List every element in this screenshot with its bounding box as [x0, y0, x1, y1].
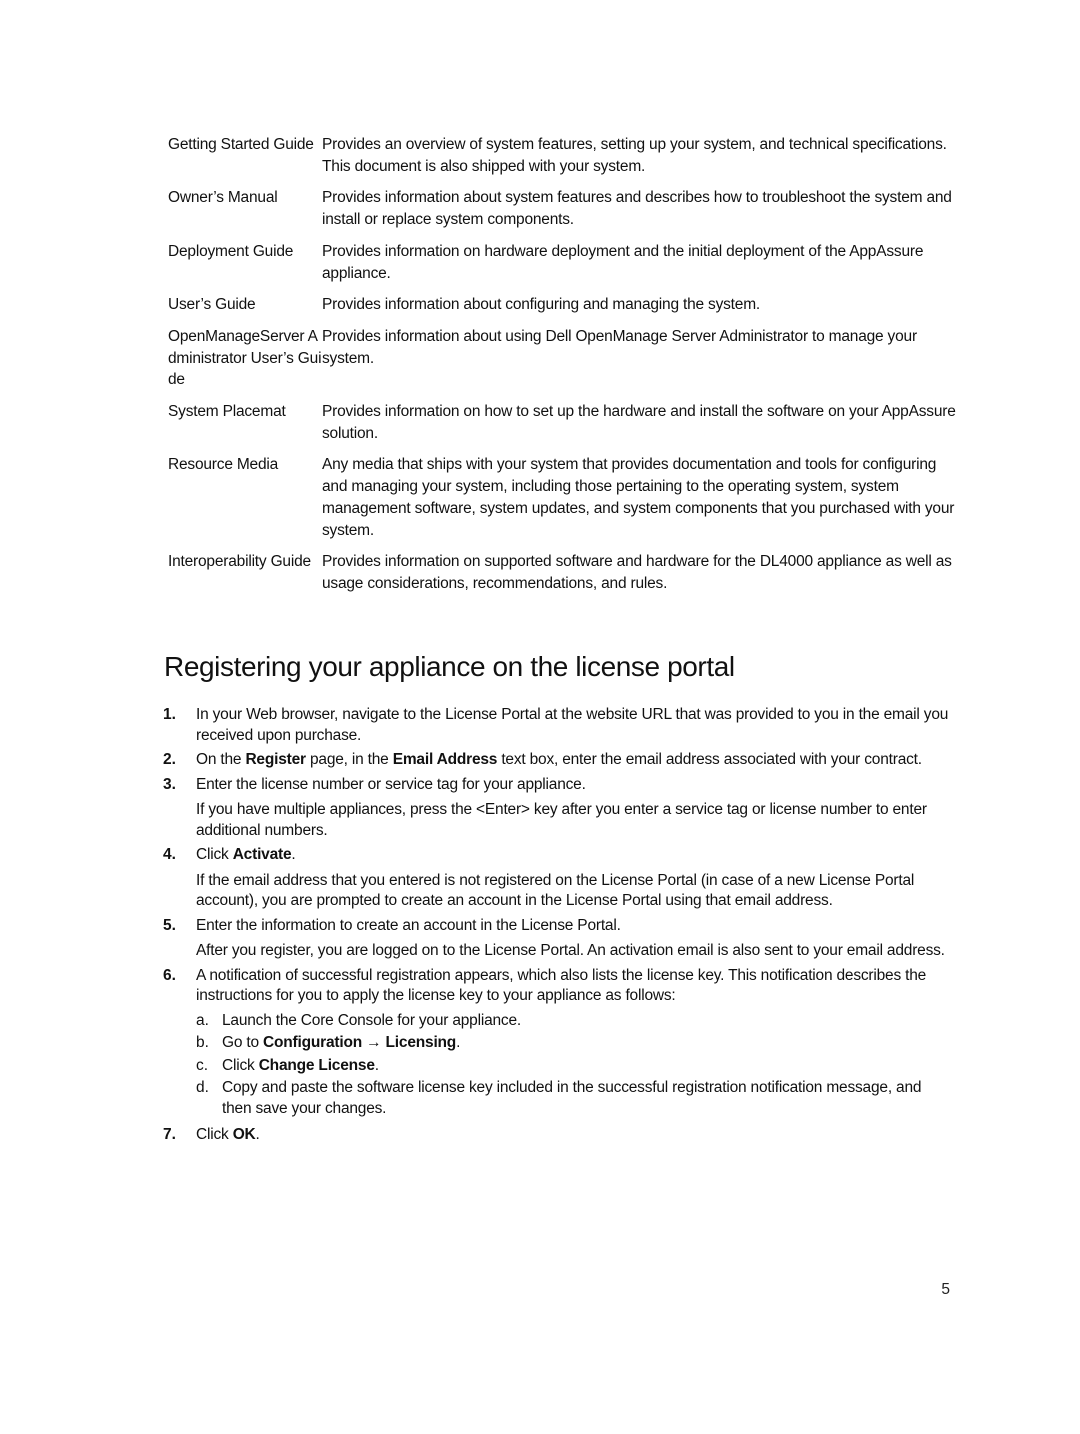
text-run: On the: [196, 751, 246, 768]
step-number: 3.: [163, 775, 176, 793]
substep-letter: c.: [196, 1056, 209, 1074]
documentation-table: Getting Started Guide Provides an overvi…: [168, 134, 958, 605]
substep-text: Copy and paste the software license key …: [222, 1079, 922, 1117]
doc-description: Provides information on how to set up th…: [322, 403, 956, 442]
doc-description: Provides an overview of system features,…: [322, 136, 947, 175]
step-text: Enter the license number or service tag …: [196, 775, 586, 793]
step-text: Click OK.: [196, 1125, 953, 1146]
doc-description: Provides information on hardware deploym…: [322, 242, 924, 282]
step-note: After you register, you are logged on to…: [196, 942, 945, 959]
procedure-steps: 1. In your Web browser, navigate to the …: [163, 705, 953, 1150]
substep-text: Launch the Core Console for your applian…: [222, 1011, 522, 1029]
doc-name: Resource Media: [168, 456, 279, 474]
text-run: text box, enter the email address associ…: [497, 751, 922, 768]
doc-description: Any media that ships with your system th…: [322, 456, 955, 539]
substep-letter: b.: [196, 1034, 209, 1051]
step-text: A notification of successful registratio…: [196, 966, 927, 1005]
step-note: If you have multiple appliances, press t…: [196, 801, 927, 839]
step-text: In your Web browser, navigate to the Lic…: [196, 706, 949, 744]
doc-description: Provides information about using Dell Op…: [322, 327, 917, 367]
doc-row-deployment-guide: Deployment Guide Provides information on…: [168, 241, 958, 284]
ui-term-change-license: Change License: [258, 1056, 375, 1074]
doc-name: User’s Guide: [168, 296, 256, 314]
doc-name: OpenManageServer Administrator User’s Gu…: [168, 327, 322, 389]
step-number: 4.: [163, 846, 176, 863]
step-3: 3. Enter the license number or service t…: [163, 775, 953, 842]
text-run: .: [255, 1126, 260, 1143]
step-number: 1.: [163, 706, 176, 723]
step-6: 6. A notification of successful registra…: [163, 966, 953, 1122]
step-4: 4. Click Activate. If the email address …: [163, 845, 953, 912]
doc-name: System Placemat: [168, 403, 286, 421]
document-page: Getting Started Guide Provides an overvi…: [0, 0, 1080, 1434]
doc-row-system-placemat: System Placemat Provides information on …: [168, 401, 958, 444]
step-note: If the email address that you entered is…: [196, 871, 915, 910]
doc-row-resource-media: Resource Media Any media that ships with…: [168, 454, 958, 541]
doc-row-openmanage: OpenManageServer Administrator User’s Gu…: [168, 326, 958, 391]
page-number: 5: [941, 1281, 950, 1298]
ui-term-configuration-licensing: Configuration → Licensing: [263, 1034, 457, 1051]
step-text: Click Activate.: [196, 845, 953, 866]
text-run: .: [291, 846, 296, 863]
ui-term-ok: OK: [232, 1126, 256, 1143]
step-2: 2. On the Register page, in the Email Ad…: [163, 750, 953, 771]
substep-letter: d.: [196, 1079, 209, 1096]
ui-term-email-address: Email Address: [392, 751, 498, 768]
step-text: On the Register page, in the Email Addre…: [196, 750, 953, 771]
text-run: Go to: [222, 1034, 264, 1051]
substeps: a. Launch the Core Console for your appl…: [196, 1011, 953, 1120]
substep-b: b. Go to Configuration → Licensing.: [196, 1033, 953, 1054]
ui-term-register: Register: [245, 751, 306, 768]
substep-text: Go to Configuration → Licensing.: [222, 1033, 953, 1054]
step-number: 5.: [163, 916, 176, 934]
step-number: 2.: [163, 751, 176, 768]
ui-term-activate: Activate: [232, 846, 292, 863]
substep-c: c. Click Change License.: [196, 1056, 953, 1077]
section-heading: Registering your appliance on the licens…: [164, 651, 735, 682]
substep-a: a. Launch the Core Console for your appl…: [196, 1011, 953, 1032]
doc-row-interoperability: Interoperability Guide Provides informat…: [168, 551, 958, 594]
step-5: 5. Enter the information to create an ac…: [163, 916, 953, 962]
doc-name: Interoperability Guide: [168, 553, 311, 571]
substep-text: Click Change License.: [222, 1056, 953, 1077]
step-1: 1. In your Web browser, navigate to the …: [163, 705, 953, 746]
step-number: 7.: [163, 1126, 176, 1143]
doc-description: Provides information about system featur…: [322, 189, 952, 229]
step-7: 7. Click OK.: [163, 1125, 953, 1146]
doc-row-getting-started: Getting Started Guide Provides an overvi…: [168, 134, 958, 177]
step-number: 6.: [163, 966, 176, 984]
doc-row-users-guide: User’s Guide Provides information about …: [168, 294, 958, 316]
text-run: .: [456, 1034, 461, 1051]
text-run: page, in the: [305, 751, 393, 768]
doc-description: Provides information on supported softwa…: [322, 553, 952, 592]
doc-name: Getting Started Guide: [168, 136, 314, 153]
text-run: Click: [196, 1126, 233, 1143]
doc-name: Deployment Guide: [168, 242, 294, 260]
doc-name: Owner’s Manual: [168, 189, 278, 207]
text-run: Click: [196, 846, 233, 863]
substep-d: d. Copy and paste the software license k…: [196, 1078, 953, 1119]
substep-letter: a.: [196, 1011, 209, 1029]
text-run: Click: [222, 1056, 259, 1074]
text-run: .: [374, 1056, 379, 1074]
doc-row-owners-manual: Owner’s Manual Provides information abou…: [168, 187, 958, 230]
doc-description: Provides information about configuring a…: [322, 296, 761, 314]
step-text: Enter the information to create an accou…: [196, 916, 621, 934]
